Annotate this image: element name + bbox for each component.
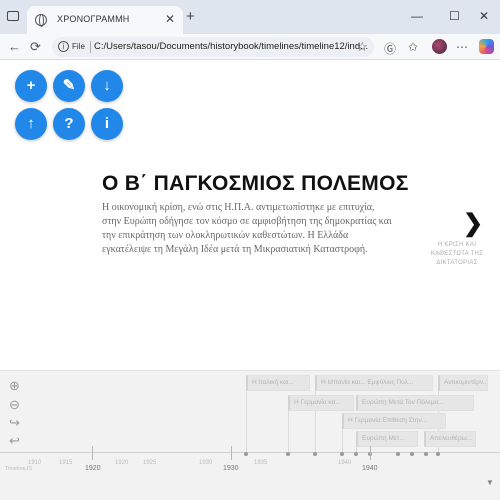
event-marker[interactable]	[354, 452, 358, 456]
minor-year-label: 1920	[115, 460, 129, 466]
site-info-icon[interactable]: i	[58, 41, 69, 52]
major-tick	[370, 446, 371, 460]
major-tick	[231, 446, 232, 460]
back-icon[interactable]: ↩	[9, 433, 20, 449]
divider	[90, 41, 91, 53]
star-icon[interactable]: ☆	[356, 39, 368, 55]
timeline-event[interactable]: Η Γερμανία Επίθεση Στην...	[342, 413, 446, 429]
url-field[interactable]: i File C:/Users/tasou/Documents/historyb…	[52, 37, 374, 57]
globe-icon	[35, 14, 47, 27]
timeline-event[interactable]: Αντικομιντέρν...	[438, 375, 488, 391]
window-close-button[interactable]: ✕	[479, 9, 489, 23]
minor-year-label: 1940	[338, 460, 352, 466]
browser-tab[interactable]: ΧΡΟΝΟΓΡΑΜΜΗ ✕	[27, 6, 183, 34]
maximize-button[interactable]: ☐	[449, 9, 460, 23]
timeline-event[interactable]: Ευρώπη Μετά Τον Πόλεμο...	[356, 395, 474, 411]
slide-headline: Ο Β΄ ΠΑΓΚΟΣΜΙΟΣ ΠΟΛΕΜΟΣ	[102, 172, 409, 195]
scroll-down-icon[interactable]: ▼	[486, 478, 494, 487]
reload-button[interactable]: ⟳	[30, 39, 41, 55]
url-text[interactable]: C:/Users/tasou/Documents/historybook/tim…	[94, 41, 368, 52]
zoom-in-icon[interactable]: ⊕	[9, 378, 20, 394]
back-button[interactable]: ←	[8, 39, 21, 54]
more-icon[interactable]: ⋯	[456, 40, 468, 54]
reload-g-icon[interactable]: Ⓖ	[384, 40, 396, 57]
download-button[interactable]: ↓	[91, 70, 123, 102]
slide-text: Η οικονομική κρίση, ενώ στις Η.Π.Α. αντι…	[102, 202, 392, 255]
timeline-brand[interactable]: TimelineJS	[5, 466, 32, 472]
timeline-event[interactable]: Ευρώπη Μετ...	[356, 431, 418, 447]
timeline-event[interactable]: Η Ιταλική και...	[246, 375, 310, 391]
minor-year-label: 1930	[199, 460, 213, 466]
info-button[interactable]: i	[91, 108, 123, 140]
major-year-label: 1930	[223, 465, 239, 472]
timeline-event[interactable]: Απελευθέρω...	[424, 431, 476, 447]
copilot-icon[interactable]	[479, 39, 494, 54]
major-tick	[92, 446, 93, 460]
next-slide-arrow-icon[interactable]: ❯	[463, 212, 483, 236]
event-marker[interactable]	[436, 452, 440, 456]
major-year-label: 1920	[85, 465, 101, 472]
event-marker[interactable]	[410, 452, 414, 456]
timeline-event[interactable]: Η Γερμανία κα...	[288, 395, 354, 411]
new-tab-button[interactable]: +	[186, 8, 195, 25]
event-marker[interactable]	[424, 452, 428, 456]
event-marker[interactable]	[244, 452, 248, 456]
help-button[interactable]: ?	[53, 108, 85, 140]
minor-year-label: 1925	[143, 460, 157, 466]
avatar[interactable]	[432, 39, 447, 54]
tab-title: ΧΡΟΝΟΓΡΑΜΜΗ	[57, 14, 130, 24]
event-marker[interactable]	[286, 452, 290, 456]
edit-button[interactable]: ✎	[53, 70, 85, 102]
minimize-button[interactable]: —	[411, 9, 423, 23]
next-slide-label[interactable]: Η ΚΡΙΣΗ ΚΑΙ ΚΑΘΕΣΤΩΤΑ ΤΗΣ ΔΙΚΤΑΤΟΡΙΑΣ	[418, 241, 496, 268]
upload-button[interactable]: ↑	[15, 108, 47, 140]
favorites-icon[interactable]: ✩	[408, 40, 418, 54]
tab-close-icon[interactable]: ✕	[165, 12, 175, 26]
minor-year-label: 1935	[254, 460, 268, 466]
major-year-label: 1940	[362, 465, 378, 472]
minor-year-label: 1915	[59, 460, 73, 466]
add-button[interactable]: +	[15, 70, 47, 102]
return-icon[interactable]: ↪	[9, 415, 20, 431]
file-label: File	[72, 42, 85, 51]
event-marker[interactable]	[396, 452, 400, 456]
event-marker[interactable]	[313, 452, 317, 456]
zoom-out-icon[interactable]: ⊖	[9, 397, 20, 413]
window-menu-icon[interactable]	[7, 11, 19, 21]
event-marker[interactable]	[340, 452, 344, 456]
browser-tab-bar: ΧΡΟΝΟΓΡΑΜΜΗ ✕ + — ☐ ✕	[0, 0, 500, 34]
address-bar-row: ← ⟳ i File C:/Users/tasou/Documents/hist…	[0, 34, 500, 60]
timeline-event[interactable]: Η Ισπανία και... Εμφύλιος Πολ...	[315, 375, 433, 391]
